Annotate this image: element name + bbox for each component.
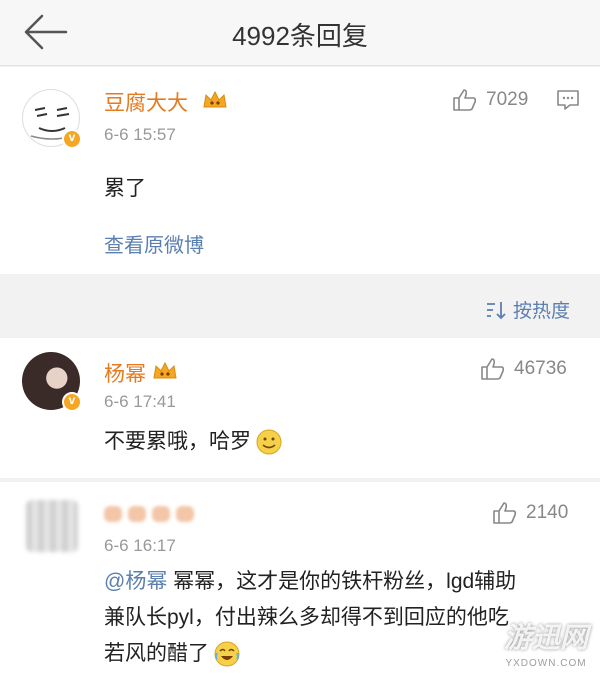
crying-laughing-emoji-icon bbox=[214, 641, 240, 667]
sort-icon bbox=[486, 301, 506, 319]
like-button[interactable]: 2140 bbox=[492, 500, 568, 526]
thumbs-up-icon bbox=[493, 502, 517, 524]
avatar[interactable] bbox=[22, 352, 82, 412]
reply-text: 不要累哦，哈罗 bbox=[104, 430, 251, 453]
smile-emoji-icon bbox=[256, 429, 282, 455]
sort-by-hot-button[interactable]: 按热度 bbox=[485, 296, 570, 323]
blurred-avatar[interactable] bbox=[26, 500, 78, 552]
reply-item: 杨幂 6-6 17:41 46736 不要累哦，哈罗 bbox=[0, 338, 600, 478]
sort-label: 按热度 bbox=[512, 301, 570, 322]
like-count: 7029 bbox=[486, 89, 529, 110]
watermark-domain: YXDOWN.COM bbox=[505, 658, 587, 669]
timestamp: 6-6 16:17 bbox=[104, 536, 176, 555]
comment-icon[interactable] bbox=[556, 89, 580, 111]
crown-icon bbox=[203, 90, 227, 108]
avatar[interactable] bbox=[22, 89, 82, 149]
view-original-link[interactable]: 查看原微博 bbox=[104, 229, 204, 258]
like-button[interactable]: 46736 bbox=[480, 356, 567, 382]
like-count: 2140 bbox=[526, 502, 569, 523]
watermark-logo: 游迅网 bbox=[503, 622, 588, 653]
blurred-username bbox=[104, 506, 194, 522]
mention-link[interactable]: @杨幂 bbox=[104, 570, 167, 593]
top-bar: 4992条回复 bbox=[0, 0, 600, 66]
username[interactable]: 杨幂 bbox=[104, 358, 146, 388]
thumbs-up-icon bbox=[453, 89, 477, 111]
original-post: 豆腐大大 6-6 15:57 7029 累了 查看原微博 bbox=[0, 67, 600, 274]
verified-badge-icon bbox=[62, 392, 82, 412]
reply-item: 6-6 16:17 2140 @杨幂 幂幂，这才是你的铁杆粉丝，lgd辅助 兼队… bbox=[0, 482, 600, 688]
post-content: 累了 bbox=[104, 177, 146, 200]
page-title: 4992条回复 bbox=[232, 21, 368, 51]
like-count: 46736 bbox=[514, 358, 567, 379]
thumbs-up-icon bbox=[481, 358, 505, 380]
reply-content: 不要累哦，哈罗 bbox=[104, 424, 283, 460]
sort-bar: 按热度 bbox=[0, 274, 600, 338]
like-button[interactable]: 7029 bbox=[452, 87, 528, 113]
timestamp: 6-6 15:57 bbox=[104, 125, 176, 144]
watermark: 游迅网 YXDOWN.COM bbox=[496, 616, 596, 676]
crown-icon bbox=[153, 361, 177, 379]
username[interactable]: 豆腐大大 bbox=[104, 87, 188, 117]
reply-text-line3: 若风的醋了 bbox=[104, 642, 209, 665]
verified-badge-icon bbox=[62, 129, 82, 149]
reply-text-line1: 幂幂，这才是你的铁杆粉丝，lgd辅助 bbox=[167, 570, 517, 593]
timestamp: 6-6 17:41 bbox=[104, 392, 176, 411]
